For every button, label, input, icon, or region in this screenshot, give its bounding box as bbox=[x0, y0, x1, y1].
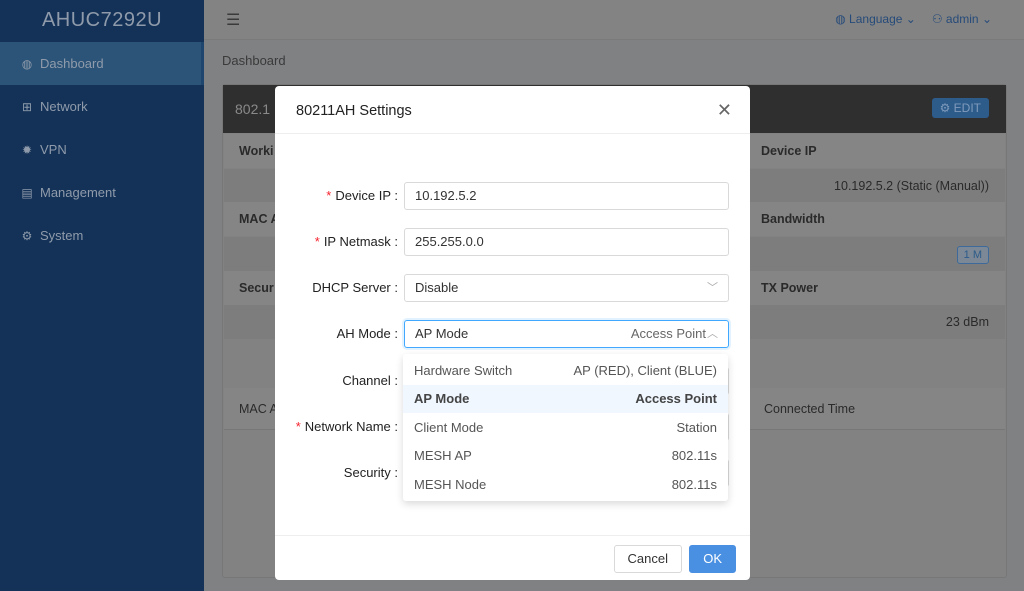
netmask-row: * IP Netmask :255.255.0.0 bbox=[275, 228, 750, 256]
option-ap-mode[interactable]: AP Mode Access Point bbox=[403, 384, 728, 413]
dhcp-row: DHCP Server : Disable ﹀ bbox=[275, 274, 750, 302]
option-mesh-node[interactable]: MESH Node 802.11s bbox=[403, 470, 728, 499]
sidebar-item-system[interactable]: ⚙ System bbox=[0, 214, 204, 257]
sidebar-item-vpn[interactable]: ✹ VPN bbox=[0, 128, 204, 171]
server-icon: ▤ bbox=[21, 185, 33, 200]
sidebar-item-label: Dashboard bbox=[40, 56, 104, 71]
chevron-down-icon: ⌄ bbox=[902, 12, 916, 26]
ah-mode-row: AH Mode : AP Mode Access Point ︿ bbox=[275, 320, 750, 348]
modal-title: 80211AH Settings bbox=[296, 103, 412, 119]
network-icon: ⊞ bbox=[21, 99, 33, 114]
sidebar-item-management[interactable]: ▤ Management bbox=[0, 171, 204, 214]
sidebar-item-dashboard[interactable]: ◍ Dashboard bbox=[0, 42, 204, 85]
gear-icon: ⚙ bbox=[939, 101, 954, 115]
top-header: ☰ ◍ Language ⌄ ⚇ admin ⌄ bbox=[204, 0, 1024, 40]
bandwidth-badge: 1 M bbox=[956, 246, 989, 264]
chevron-up-icon: ︿ bbox=[707, 328, 718, 340]
ah-mode-select[interactable]: AP Mode Access Point ︿ bbox=[404, 320, 729, 348]
close-icon[interactable]: ✕ bbox=[717, 100, 732, 121]
user-menu[interactable]: ⚇ admin ⌄ bbox=[932, 12, 992, 26]
gear-icon: ✹ bbox=[21, 142, 33, 157]
language-menu[interactable]: ◍ Language ⌄ bbox=[835, 12, 916, 26]
chevron-down-icon: ⌄ bbox=[978, 12, 992, 26]
ok-button[interactable]: OK bbox=[689, 545, 736, 573]
sidebar-item-label: VPN bbox=[40, 142, 67, 157]
cancel-button[interactable]: Cancel bbox=[613, 545, 682, 573]
ip-netmask-input[interactable]: 255.255.0.0 bbox=[404, 228, 729, 256]
globe-icon: ◍ bbox=[835, 12, 850, 26]
ah-mode-dropdown: Hardware Switch AP (RED), Client (BLUE) A… bbox=[403, 354, 728, 501]
sidebar-item-label: System bbox=[40, 228, 84, 243]
device-ip-row: * Device IP :10.192.5.2 bbox=[275, 182, 750, 210]
device-ip-input[interactable]: 10.192.5.2 bbox=[404, 182, 729, 210]
menu-fold-icon[interactable]: ☰ bbox=[226, 10, 240, 30]
option-client-mode[interactable]: Client Mode Station bbox=[403, 413, 728, 442]
chevron-down-icon: ﹀ bbox=[707, 282, 718, 294]
settings-modal: 80211AH Settings ✕ * Device IP :10.192.5.2… bbox=[275, 86, 750, 580]
dhcp-server-select[interactable]: Disable ﹀ bbox=[404, 274, 729, 302]
globe-icon: ◍ bbox=[21, 56, 33, 71]
option-mesh-ap[interactable]: MESH AP 802.11s bbox=[403, 442, 728, 471]
gears-icon: ⚙ bbox=[21, 228, 33, 243]
sidebar: AHUC7292U ◍ Dashboard ⊞ Network ✹ VPN ▤ Mana… bbox=[0, 0, 204, 591]
breadcrumb: Dashboard bbox=[222, 53, 286, 68]
sidebar-item-label: Network bbox=[40, 99, 88, 114]
option-hardware-switch[interactable]: Hardware Switch AP (RED), Client (BLUE) bbox=[403, 356, 728, 385]
user-icon: ⚇ bbox=[931, 12, 946, 26]
edit-button[interactable]: ⚙ EDIT bbox=[931, 98, 989, 118]
app-title: AHUC7292U bbox=[41, 9, 163, 31]
sidebar-item-label: Management bbox=[40, 185, 116, 200]
sidebar-item-network[interactable]: ⊞ Network bbox=[0, 85, 204, 128]
card-title: 802.1 bbox=[235, 101, 271, 117]
